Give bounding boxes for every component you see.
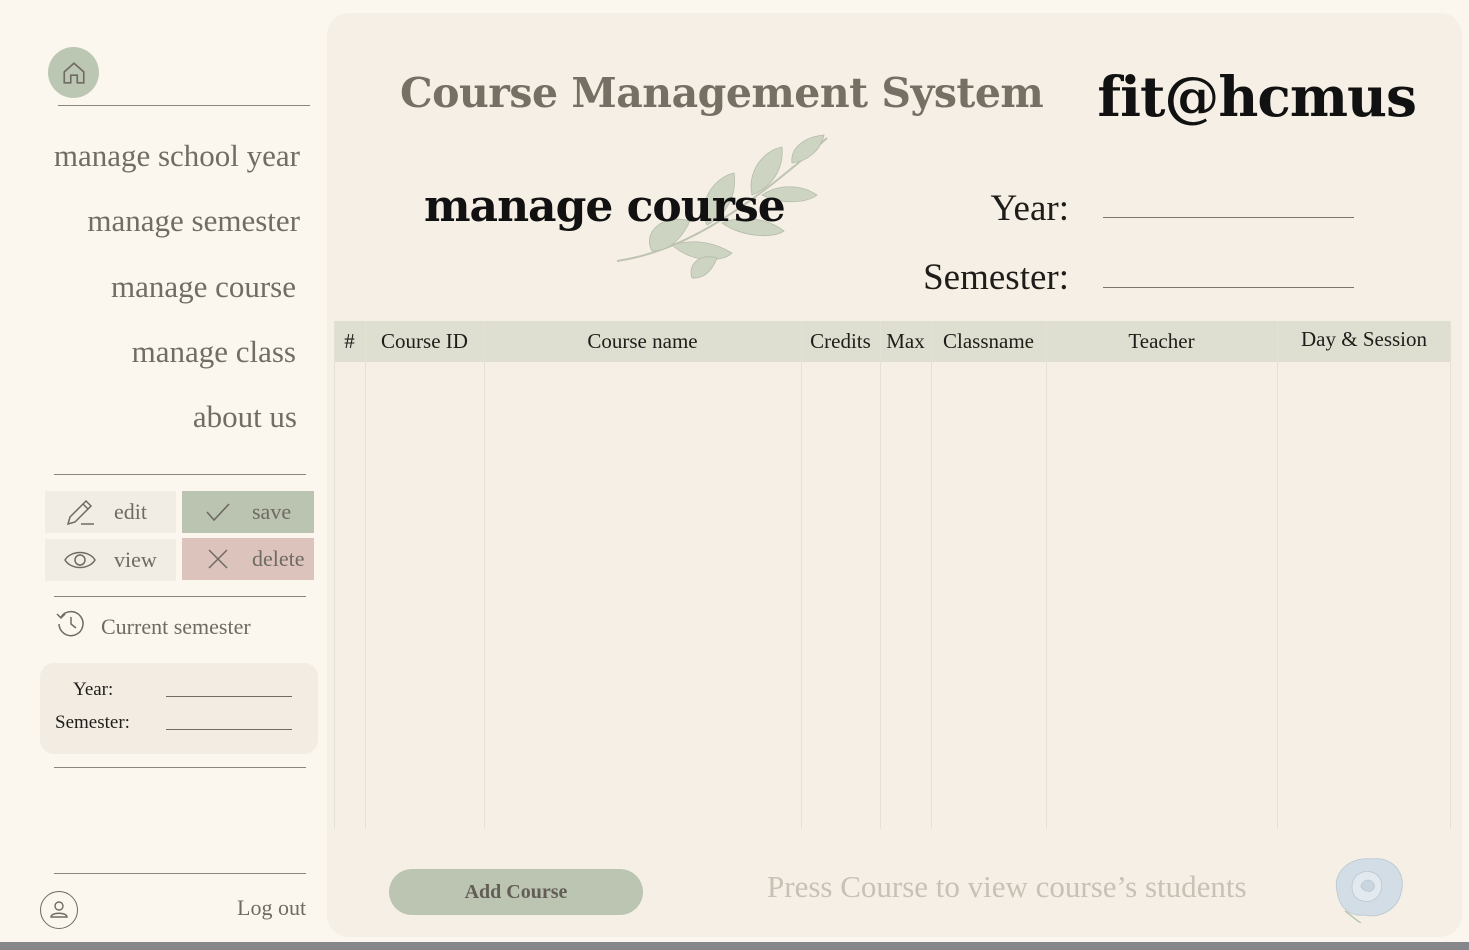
header-divider xyxy=(334,361,1451,362)
column-header-credits[interactable]: Credits xyxy=(801,321,880,361)
column-header-day-session[interactable]: Day & Session xyxy=(1277,321,1451,357)
edit-button[interactable]: edit xyxy=(45,491,176,533)
bottom-bar xyxy=(0,942,1469,950)
sidebar-divider xyxy=(54,596,306,597)
column-header-course-name[interactable]: Course name xyxy=(484,321,801,361)
home-icon xyxy=(62,61,85,84)
nav-manage-semester[interactable]: manage semester xyxy=(87,203,300,239)
semester-label: Semester: xyxy=(923,257,1069,298)
sidebar-divider xyxy=(54,767,306,768)
sidebar-divider xyxy=(54,474,306,475)
user-icon xyxy=(50,901,68,918)
column-divider xyxy=(1277,321,1278,829)
check-icon xyxy=(198,500,238,524)
table-header-row: # Course ID Course name Credits Max Clas… xyxy=(334,321,1451,361)
delete-label: delete xyxy=(252,546,305,571)
current-semester-heading: Current semester xyxy=(55,608,251,646)
pencil-icon xyxy=(60,496,100,528)
current-semester-box: Year: Semester: xyxy=(40,663,318,754)
sidebar-divider xyxy=(58,105,310,106)
eye-icon xyxy=(60,549,100,571)
year-field[interactable] xyxy=(1103,217,1354,218)
system-title: Course Management System xyxy=(400,69,1044,117)
current-semester-value xyxy=(166,729,292,730)
rose-decoration xyxy=(1335,858,1403,923)
current-semester-label: Current semester xyxy=(101,614,251,639)
column-divider xyxy=(931,321,932,829)
column-divider xyxy=(334,321,335,829)
view-label: view xyxy=(114,547,157,572)
column-header-index[interactable]: # xyxy=(334,321,365,361)
current-semester-label-field: Semester: xyxy=(55,712,130,733)
semester-field[interactable] xyxy=(1103,287,1354,288)
column-divider xyxy=(880,321,881,829)
page-title: manage course xyxy=(424,181,786,232)
current-year-value xyxy=(166,696,292,697)
column-divider xyxy=(484,321,485,829)
column-header-course-id[interactable]: Course ID xyxy=(365,321,484,361)
view-button[interactable]: view xyxy=(45,539,176,581)
delete-button[interactable]: delete xyxy=(182,538,314,580)
nav-manage-course[interactable]: manage course xyxy=(111,269,296,305)
course-table[interactable]: # Course ID Course name Credits Max Clas… xyxy=(334,321,1451,829)
column-header-classname[interactable]: Classname xyxy=(931,321,1046,361)
column-divider xyxy=(365,321,366,829)
current-year-label: Year: xyxy=(73,679,114,700)
column-divider xyxy=(1046,321,1047,829)
brand-logo-text: fit@hcmus xyxy=(1097,64,1417,129)
column-header-teacher[interactable]: Teacher xyxy=(1046,321,1277,361)
hint-text: Press Course to view course’s students xyxy=(767,869,1247,904)
nav-manage-school-year[interactable]: manage school year xyxy=(54,138,300,174)
column-divider xyxy=(1450,321,1451,829)
add-course-button[interactable]: Add Course xyxy=(389,869,643,915)
home-button[interactable] xyxy=(48,47,99,98)
column-divider xyxy=(801,321,802,829)
logout-button[interactable]: Log out xyxy=(237,895,306,921)
year-label: Year: xyxy=(990,188,1069,229)
user-avatar-button[interactable] xyxy=(40,891,78,929)
nav-manage-class[interactable]: manage class xyxy=(132,334,296,370)
column-header-max[interactable]: Max xyxy=(880,321,931,361)
save-label: save xyxy=(252,499,292,524)
nav-about-us[interactable]: about us xyxy=(193,399,297,435)
history-icon xyxy=(55,608,87,646)
edit-label: edit xyxy=(114,499,147,524)
save-button[interactable]: save xyxy=(182,491,314,533)
main-panel: Course Management System fit@hcmus manag… xyxy=(327,13,1462,937)
x-icon xyxy=(198,547,238,571)
sidebar-divider xyxy=(54,873,306,874)
